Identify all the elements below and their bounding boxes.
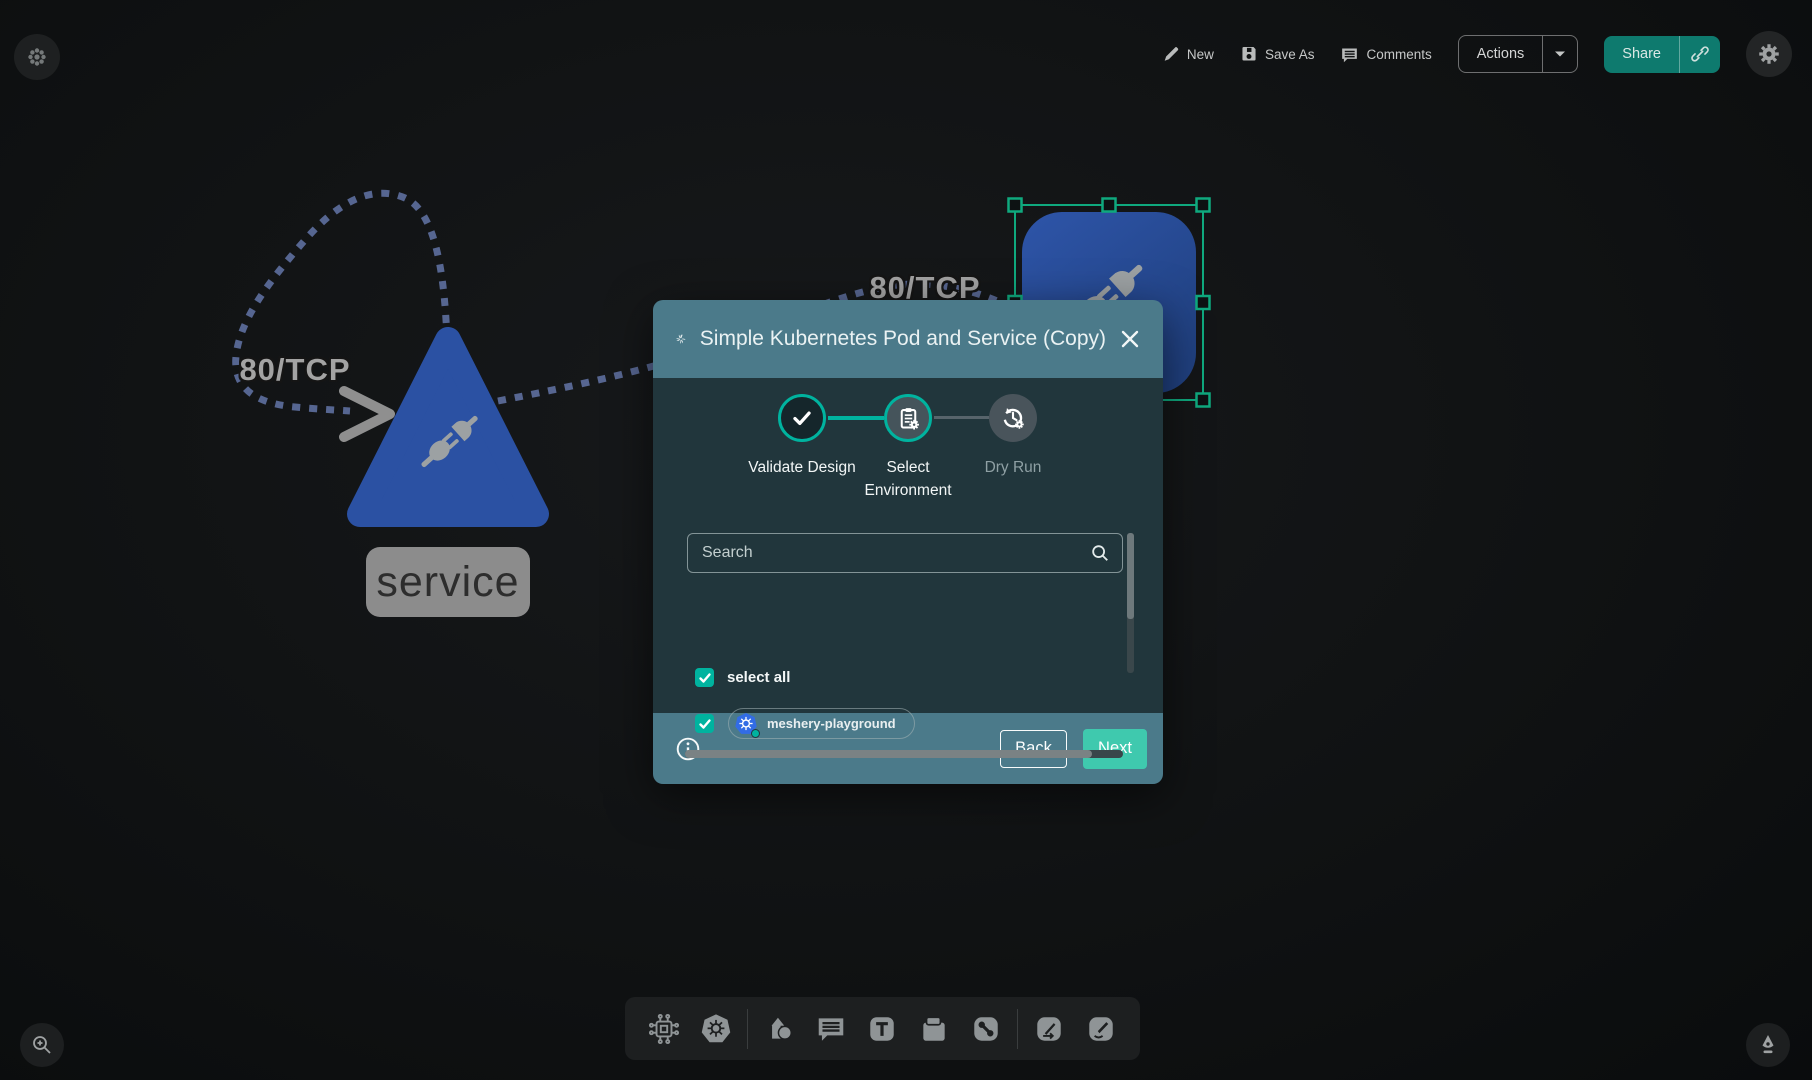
copy-link-button[interactable] (1680, 36, 1720, 73)
pen-nib-icon (1756, 1033, 1780, 1057)
modal-title: Simple Kubernetes Pod and Service (Copy) (700, 327, 1106, 351)
pencil-icon (1162, 45, 1180, 63)
gear-icon (1756, 41, 1782, 67)
step-connector-pending (934, 416, 989, 419)
zoom-in-button[interactable] (20, 1023, 64, 1067)
comments-button[interactable]: Comments (1340, 45, 1431, 64)
floppy-icon (1240, 45, 1258, 63)
share-button[interactable]: Share (1604, 36, 1679, 73)
modal-body: Validate Design Select Environment Dry R… (653, 378, 1163, 713)
divider (1017, 1009, 1018, 1049)
environment-search[interactable] (687, 533, 1123, 573)
back-button[interactable]: Back (1000, 730, 1067, 768)
select-all-checkbox[interactable] (695, 668, 714, 687)
meshery-logo-icon (675, 322, 687, 356)
share-label: Share (1622, 46, 1661, 62)
kubernetes-tool-button[interactable] (695, 1006, 737, 1052)
next-button[interactable]: Next (1083, 729, 1147, 769)
environment-checkbox[interactable] (695, 714, 714, 733)
search-input[interactable] (702, 544, 1090, 562)
text-icon (866, 1013, 898, 1045)
edge-label-port: 80/TCP (228, 352, 362, 388)
service-node[interactable] (360, 340, 536, 514)
step-select-environment[interactable] (884, 394, 932, 442)
new-button[interactable]: New (1162, 45, 1214, 63)
connected-status-dot (751, 729, 760, 738)
settings-button[interactable] (1746, 31, 1792, 77)
vertical-scrollbar[interactable] (1127, 533, 1134, 673)
pen-arrow-icon (1033, 1013, 1065, 1045)
select-all-row: select all (695, 668, 790, 687)
search-icon (1090, 543, 1110, 563)
check-icon (698, 671, 712, 685)
check-icon (789, 405, 815, 431)
note-tool-button[interactable] (913, 1006, 955, 1052)
components-tool-button[interactable] (643, 1006, 685, 1052)
kubernetes-icon (700, 1013, 732, 1045)
sketch-icon (1085, 1013, 1117, 1045)
top-toolbar: New Save As Comments Actions (1162, 31, 1792, 77)
link-nodes-tool-button[interactable] (965, 1006, 1007, 1052)
scrollbar-thumb[interactable] (685, 750, 1092, 758)
edge-arrowhead-icon (344, 391, 390, 437)
nodes-icon (970, 1013, 1002, 1045)
caret-down-icon (1554, 50, 1566, 58)
step-connector-done (828, 416, 884, 420)
save-as-label: Save As (1265, 47, 1315, 62)
edge-tool-button[interactable] (1028, 1006, 1070, 1052)
step-validate-design[interactable] (778, 394, 826, 442)
horizontal-scrollbar[interactable] (685, 750, 1123, 758)
shapes-icon (763, 1013, 795, 1045)
link-icon (1691, 45, 1709, 63)
canvas-toolbar (625, 997, 1140, 1060)
step-label-dry-run: Dry Run (953, 456, 1073, 479)
actions-dropdown-button[interactable] (1543, 36, 1577, 72)
close-icon (1119, 328, 1141, 350)
pen-mode-button[interactable] (1746, 1023, 1790, 1067)
comment-icon (1340, 45, 1359, 64)
comments-label: Comments (1366, 47, 1431, 62)
service-node-label[interactable]: service (366, 547, 530, 617)
zoom-in-icon (30, 1033, 54, 1057)
shapes-tool-button[interactable] (758, 1006, 800, 1052)
close-button[interactable] (1119, 326, 1141, 352)
new-label: New (1187, 47, 1214, 62)
environment-chip[interactable]: meshery-playground (728, 708, 915, 739)
clipboard-gear-icon (895, 405, 922, 432)
note-icon (918, 1013, 950, 1045)
text-tool-button[interactable] (861, 1006, 903, 1052)
actions-button[interactable]: Actions (1459, 36, 1543, 72)
sketch-tool-button[interactable] (1080, 1006, 1122, 1052)
circuit-icon (648, 1013, 680, 1045)
app-menu-button[interactable] (14, 34, 60, 80)
select-all-label: select all (727, 669, 790, 686)
actions-split-button[interactable]: Actions (1458, 35, 1579, 73)
modal-header: Simple Kubernetes Pod and Service (Copy) (653, 300, 1163, 378)
check-icon (698, 717, 712, 731)
flower-logo-icon (26, 46, 48, 68)
dry-run-icon (999, 404, 1027, 432)
divider (747, 1009, 748, 1049)
deploy-modal: Simple Kubernetes Pod and Service (Copy) (653, 300, 1163, 784)
comment-tool-button[interactable] (810, 1006, 852, 1052)
scrollbar-thumb[interactable] (1127, 533, 1134, 619)
environment-name: meshery-playground (767, 716, 896, 731)
comment-icon (815, 1013, 847, 1045)
save-as-button[interactable]: Save As (1240, 45, 1315, 63)
share-split-button[interactable]: Share (1604, 36, 1720, 73)
step-dry-run[interactable] (989, 394, 1037, 442)
environment-row: meshery-playground (695, 708, 915, 739)
actions-label: Actions (1477, 46, 1525, 62)
